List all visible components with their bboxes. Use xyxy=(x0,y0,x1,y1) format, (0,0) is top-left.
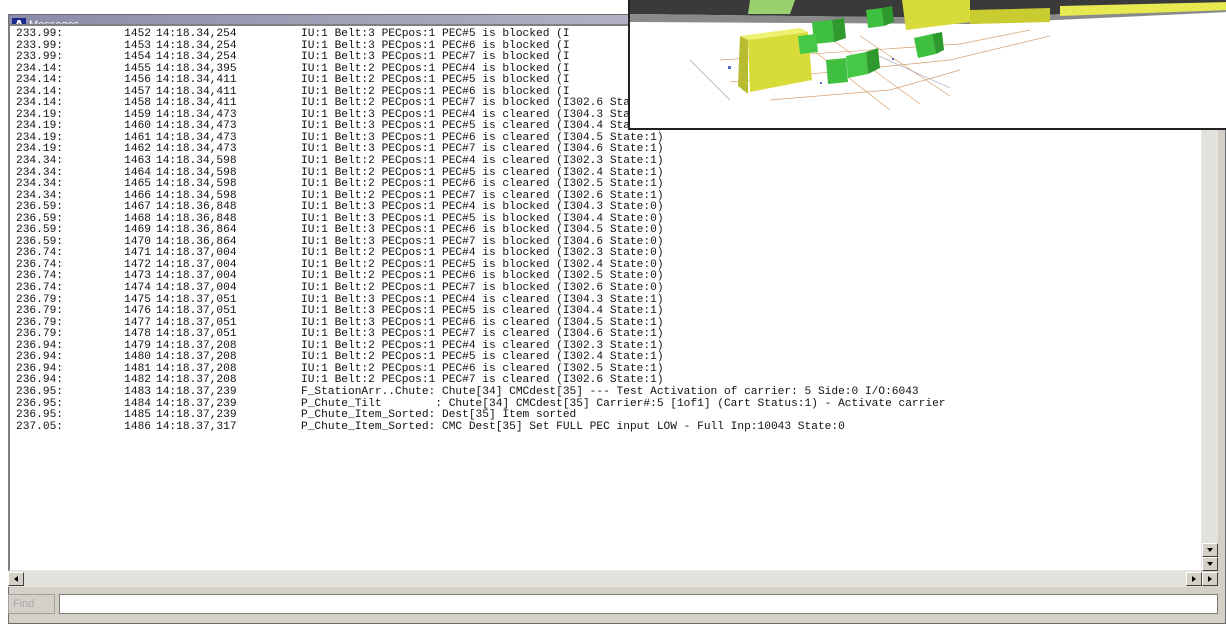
log-time: 234.14: xyxy=(16,74,63,87)
log-message: IU:1 Belt:3 PECpos:1 PEC#5 is cleared (I… xyxy=(301,305,664,318)
log-timestamp: 14:18.37,239 xyxy=(156,385,237,398)
scroll-right-button[interactable] xyxy=(1186,572,1202,586)
horizontal-scrollbar[interactable] xyxy=(8,571,1202,587)
scroll-right-button-2[interactable] xyxy=(1202,572,1218,586)
find-button[interactable]: Find xyxy=(8,594,55,614)
log-message: IU:1 Belt:2 PECpos:1 PEC#4 is cleared (I… xyxy=(301,155,664,168)
log-timestamp: 14:18.37,317 xyxy=(156,420,237,433)
log-sequence: 1474 xyxy=(124,282,151,295)
log-timestamp: 14:18.34,254 xyxy=(156,51,237,64)
log-time: 233.99: xyxy=(16,51,63,64)
log-time: 234.34: xyxy=(16,155,63,168)
log-timestamp: 14:18.37,239 xyxy=(156,409,237,422)
log-timestamp: 14:18.34,254 xyxy=(156,28,237,40)
scroll-down-button[interactable] xyxy=(1202,543,1218,557)
log-sequence: 1483 xyxy=(124,385,151,398)
log-line[interactable]: 234.34: 1463 14:18.34,598 IU:1 Belt:2 PECpo… xyxy=(16,155,1199,168)
triangle-down-icon xyxy=(1207,562,1213,566)
yellow-box xyxy=(970,8,1050,24)
log-timestamp: 14:18.34,598 xyxy=(156,178,237,191)
scroll-left-button[interactable] xyxy=(8,572,24,586)
find-bar: Find xyxy=(8,594,1218,614)
log-time: 236.95: xyxy=(16,409,63,422)
log-sequence: 1485 xyxy=(124,409,151,422)
log-line[interactable]: 237.05: 1486 14:18.37,317 P_Chute_Item_Sort… xyxy=(16,420,1199,434)
find-input[interactable] xyxy=(59,594,1218,614)
log-sequence: 1454 xyxy=(124,51,151,64)
triangle-right-icon xyxy=(1192,576,1196,582)
log-message: IU:1 Belt:2 PECpos:1 PEC#6 is cleared (I… xyxy=(301,178,664,191)
log-sequence: 1463 xyxy=(124,155,151,168)
log-line[interactable]: 234.34: 1465 14:18.34,598 IU:1 Belt:2 PECpo… xyxy=(16,179,1199,191)
scroll-down-button-2[interactable] xyxy=(1202,557,1218,571)
log-message: F_StationArr..Chute: Chute[34] CMCdest[3… xyxy=(301,385,919,398)
triangle-left-icon xyxy=(14,576,18,582)
yellow-box-side xyxy=(738,36,748,94)
log-sequence: 1452 xyxy=(124,28,151,40)
log-time: 236.95: xyxy=(16,385,63,398)
yellow-box-front xyxy=(902,0,970,30)
green-box xyxy=(748,0,795,14)
log-timestamp: 14:18.34,411 xyxy=(156,74,237,87)
log-line[interactable]: 236.95: 1483 14:18.37,239 F_StationArr..Chu… xyxy=(16,385,1199,399)
log-line[interactable]: 236.74: 1474 14:18.37,004 IU:1 Belt:2 PECpo… xyxy=(16,282,1199,295)
log-message: P_Chute_Item_Sorted: Dest[35] Item sorte… xyxy=(301,409,577,422)
log-line[interactable]: 236.95: 1485 14:18.37,239 P_Chute_Item_Sort… xyxy=(16,409,1199,422)
log-sequence: 1456 xyxy=(124,74,151,87)
log-timestamp: 14:18.37,051 xyxy=(156,305,237,318)
log-timestamp: 14:18.37,004 xyxy=(156,282,237,295)
simulation-3d-view[interactable] xyxy=(628,0,1226,130)
log-line[interactable]: 236.79: 1476 14:18.37,051 IU:1 Belt:3 PECpo… xyxy=(16,306,1199,318)
log-time: 237.05: xyxy=(16,420,63,433)
simulation-scene xyxy=(630,0,1226,111)
log-time: 236.79: xyxy=(16,305,63,318)
log-sequence: 1486 xyxy=(124,420,151,433)
triangle-right-icon xyxy=(1208,576,1212,582)
triangle-down-icon xyxy=(1207,548,1213,552)
log-time: 236.74: xyxy=(16,282,63,295)
log-message: IU:1 Belt:2 PECpos:1 PEC#7 is blocked (I… xyxy=(301,282,664,295)
log-sequence: 1465 xyxy=(124,178,151,191)
log-time: 233.99: xyxy=(16,28,63,40)
log-time: 234.34: xyxy=(16,178,63,191)
log-timestamp: 14:18.34,598 xyxy=(156,155,237,168)
log-message: P_Chute_Item_Sorted: CMC Dest[35] Set FU… xyxy=(301,420,845,433)
log-sequence: 1476 xyxy=(124,305,151,318)
